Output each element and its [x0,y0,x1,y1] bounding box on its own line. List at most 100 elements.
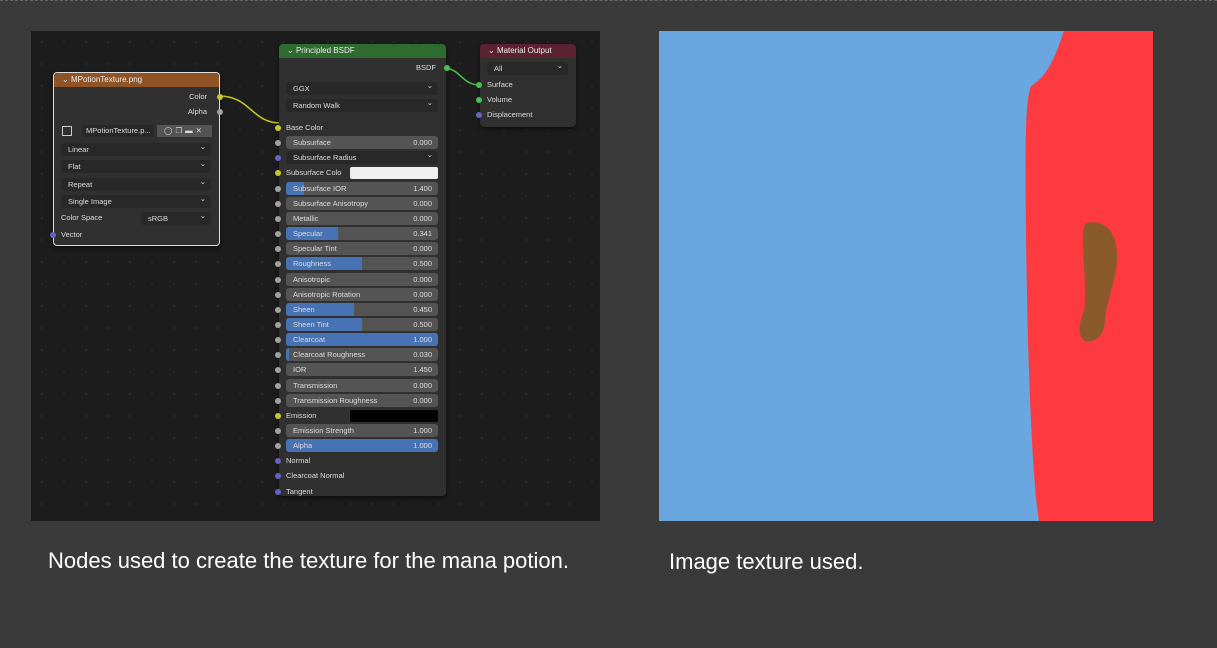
color-space-dropdown[interactable]: sRGB [141,212,211,225]
input-subsurface-ior: Subsurface IOR 1.400 [275,181,446,195]
dropdown-field[interactable]: Subsurface Radius [286,151,438,165]
field-value: 1.400 [413,183,432,193]
socket-icon[interactable] [275,367,281,374]
slider-field[interactable]: Anisotropic Rotation 0.000 [286,287,438,301]
socket-icon[interactable] [275,246,281,253]
socket-icon[interactable] [444,65,450,71]
input-subsurface-colo: Subsurface Colo [275,167,446,180]
socket-icon[interactable] [275,261,281,268]
source-dropdown[interactable]: Single Image [61,195,211,208]
socket-icon[interactable] [217,94,223,100]
slider-field[interactable]: Clearcoat Roughness 0.030 [286,348,438,362]
field-label: Metallic [293,213,319,223]
slider-field[interactable]: Clearcoat 1.000 [286,333,438,347]
slider-field[interactable]: Alpha 1.000 [286,439,438,453]
slider-field[interactable]: Roughness 0.500 [286,257,438,271]
slider-field[interactable]: IOR 1.450 [286,363,438,377]
projection-dropdown[interactable]: Flat [61,160,211,173]
socket-icon[interactable] [275,140,281,147]
field-label: Anisotropic Rotation [293,289,361,299]
socket-icon[interactable] [275,321,281,328]
distribution-dropdown[interactable]: GGX [286,82,438,95]
node-editor[interactable]: ⌄ MPotionTexture.png Color Alpha MPotion… [31,31,600,521]
socket-icon[interactable] [275,200,281,207]
socket-label: Vector [61,230,83,239]
node-header[interactable]: ⌄ MPotionTexture.png [54,73,219,87]
material-output-node[interactable]: ⌄ Material Output All Surface Volume Dis… [476,44,576,127]
slider-field[interactable]: Transmission 0.000 [286,378,438,392]
input-anisotropic-rotation: Anisotropic Rotation 0.000 [275,287,446,301]
input-normal: Normal [275,455,446,467]
socket-icon[interactable] [217,109,223,115]
socket-icon[interactable] [275,443,281,450]
field-label: Subsurface IOR [293,183,347,193]
dropdown-value: Flat [68,162,81,171]
socket-icon[interactable] [275,125,281,131]
input-volume: Volume [476,94,576,106]
target-dropdown[interactable]: All [487,62,568,75]
input-emission-strength: Emission Strength 1.000 [275,424,446,437]
slider-field[interactable]: Subsurface Anisotropy 0.000 [286,196,438,210]
slider-field[interactable]: Metallic 0.000 [286,211,438,225]
field-value: 0.000 [413,274,432,284]
socket-icon[interactable] [50,232,56,238]
socket-icon[interactable] [275,215,281,222]
socket-icon[interactable] [275,276,281,283]
field-value: 0.000 [413,289,432,299]
socket-icon[interactable] [476,82,482,88]
interpolation-dropdown[interactable]: Linear [61,143,211,156]
color-swatch[interactable] [350,167,438,180]
socket-icon[interactable] [275,155,281,162]
socket-icon[interactable] [275,488,281,495]
socket-icon[interactable] [275,231,281,238]
input-clearcoat: Clearcoat 1.000 [275,333,446,347]
node-header[interactable]: ⌄ Material Output [480,44,576,58]
principled-bsdf-node[interactable]: ⌄ Principled BSDF BSDF GGX Random Walk B… [275,44,450,496]
socket-icon[interactable] [275,352,281,359]
slider-field[interactable]: Specular 0.341 [286,227,438,241]
socket-icon[interactable] [275,337,281,344]
slider-field[interactable]: Specular Tint 0.000 [286,242,438,256]
socket-icon[interactable] [275,412,281,419]
socket-icon[interactable] [476,112,482,118]
field-value: 0.500 [413,319,432,329]
dropdown-value: Repeat [68,180,93,189]
image-name-field[interactable]: MPotionTexture.p... [82,125,154,137]
node-header[interactable]: ⌄ Principled BSDF [279,44,446,58]
socket-icon[interactable] [275,428,281,434]
slider-field[interactable]: Sheen Tint 0.500 [286,317,438,331]
node-title: Principled BSDF [295,46,355,55]
socket-label: Subsurface Colo [286,168,342,178]
input-sheen: Sheen 0.450 [275,302,446,316]
socket-icon[interactable] [275,291,281,298]
slider-field[interactable]: Emission Strength 1.000 [286,424,438,437]
input-alpha: Alpha 1.000 [275,439,446,453]
input-emission: Emission [275,409,446,422]
subsurface-method-dropdown[interactable]: Random Walk [286,99,438,112]
image-selector[interactable]: MPotionTexture.p... ◯❐▬✕ [54,125,219,139]
color-swatch[interactable] [350,409,438,422]
slider-field[interactable]: Transmission Roughness 0.000 [286,393,438,407]
socket-icon[interactable] [275,306,281,313]
field-value: 1.000 [413,441,432,451]
field-label: Subsurface Anisotropy [293,198,369,208]
field-label: Transmission Roughness [293,395,378,405]
field-label: Alpha [293,441,313,451]
slider-field[interactable]: Sheen 0.450 [286,302,438,316]
socket-icon[interactable] [275,382,281,389]
dropdown-value: Linear [68,145,89,154]
image-texture-node[interactable]: ⌄ MPotionTexture.png Color Alpha MPotion… [50,72,223,246]
extension-dropdown[interactable]: Repeat [61,178,211,191]
socket-icon[interactable] [275,397,281,404]
slider-field[interactable]: Anisotropic 0.000 [286,272,438,286]
image-action-icons[interactable]: ◯❐▬✕ [157,125,212,137]
socket-icon[interactable] [275,185,281,192]
slider-field[interactable]: Subsurface IOR 1.400 [286,181,438,195]
slider-field[interactable]: Subsurface 0.000 [286,136,438,150]
socket-icon[interactable] [476,97,482,103]
input-metallic: Metallic 0.000 [275,211,446,225]
field-label: Roughness [293,259,331,269]
input-roughness: Roughness 0.500 [275,257,446,271]
output-bsdf: BSDF [279,62,450,74]
image-icon[interactable] [62,126,72,136]
